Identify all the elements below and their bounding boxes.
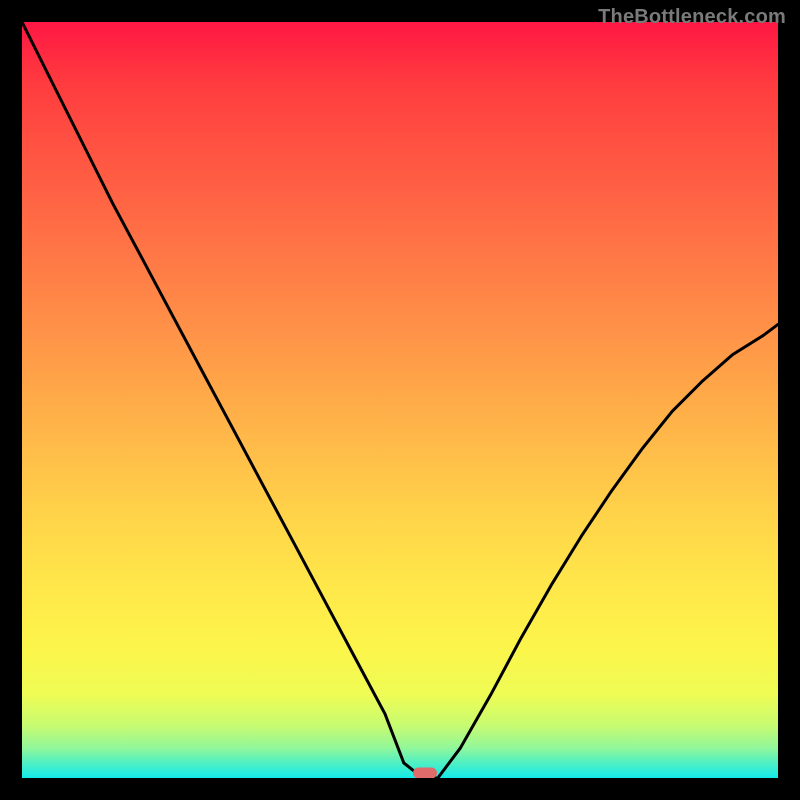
plot-area bbox=[22, 22, 778, 778]
bottleneck-curve bbox=[22, 22, 778, 778]
chart-frame: TheBottleneck.com bbox=[0, 0, 800, 800]
optimal-marker bbox=[413, 767, 437, 778]
watermark-text: TheBottleneck.com bbox=[598, 6, 786, 29]
curve-svg bbox=[22, 22, 778, 778]
